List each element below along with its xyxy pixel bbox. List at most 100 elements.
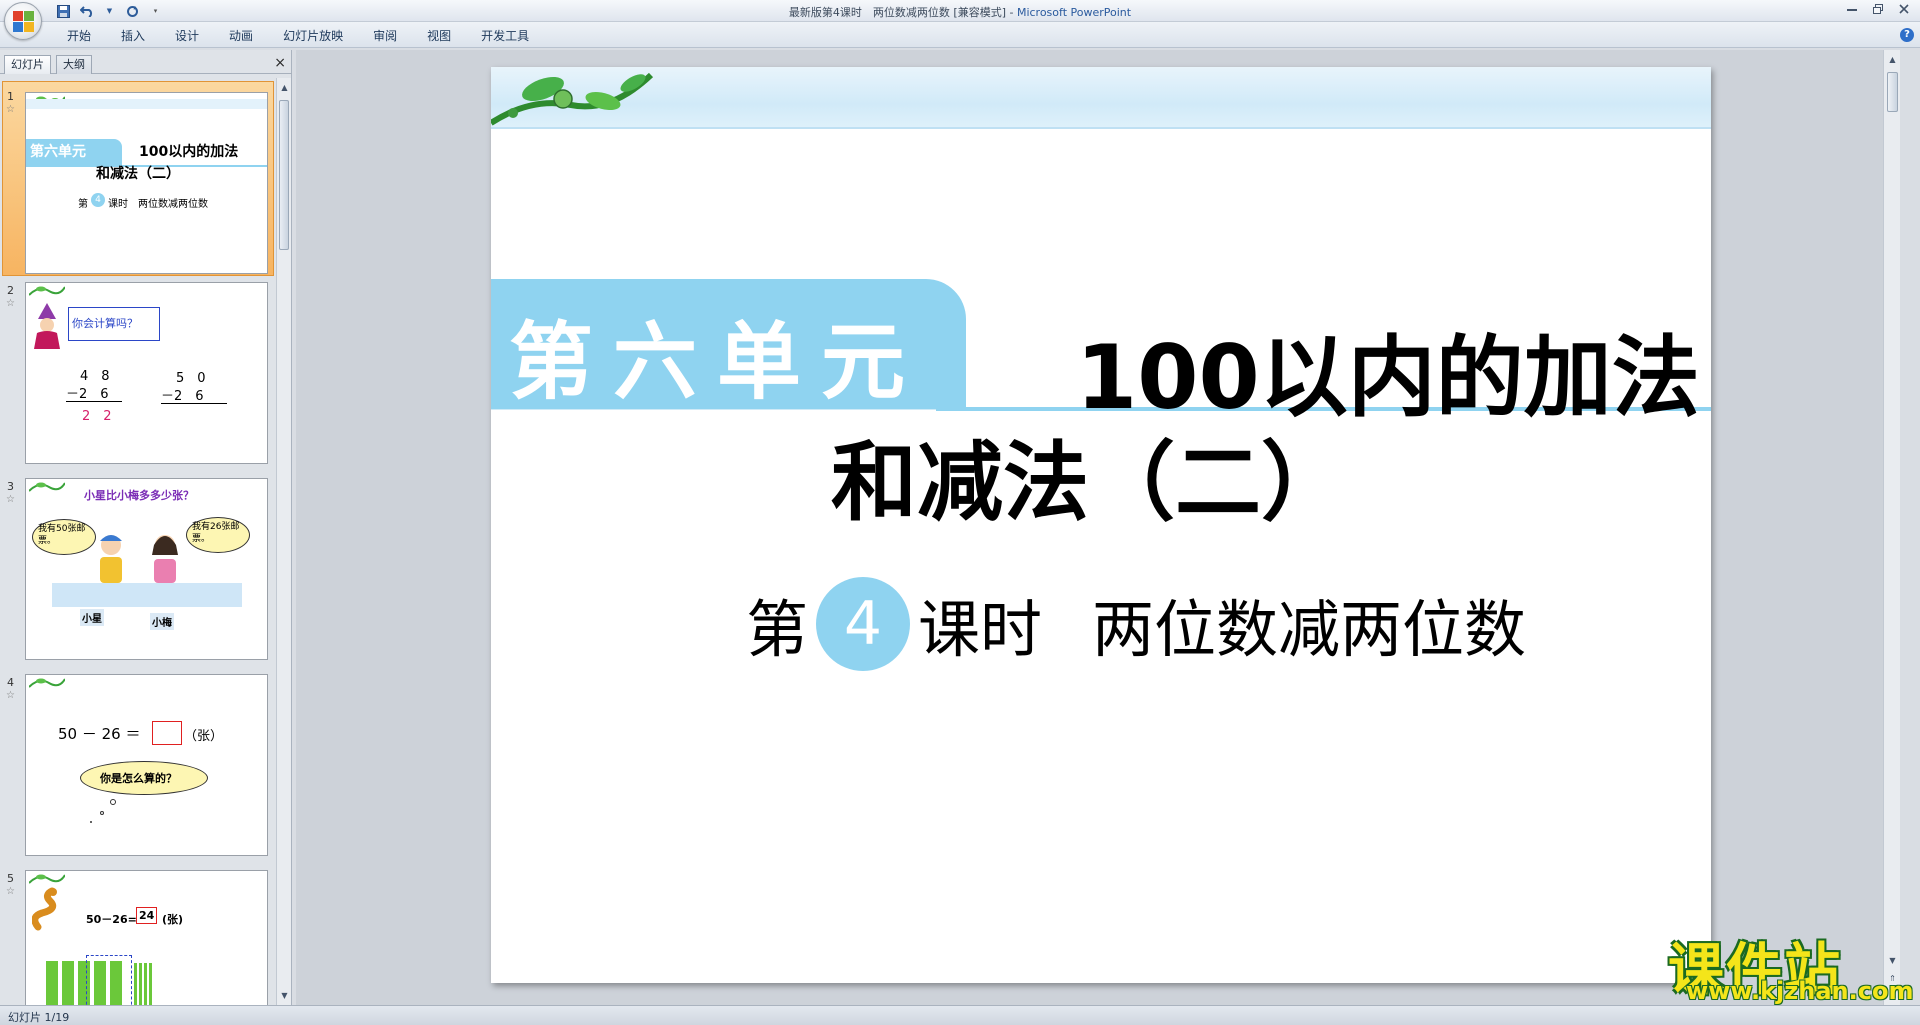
- thumb-dashed-box: [86, 955, 132, 1005]
- status-bar: 幻灯片 1/19: [0, 1005, 1920, 1025]
- main-title-line-2[interactable]: 和减法（二）: [831, 412, 1347, 537]
- slide-thumbnail-1[interactable]: 第六单元 100以内的加法 和减法（二） 第 4 课时 两位数减两位数: [25, 92, 268, 274]
- thumb-header: [26, 99, 267, 109]
- tab-animations[interactable]: 动画: [214, 28, 268, 44]
- thumb-name-1: 小星: [80, 609, 104, 626]
- thumb-cloud-text: 你是怎么算的？: [100, 772, 177, 785]
- thumb-bubble-text: 你会计算吗？: [72, 317, 138, 330]
- animation-star-icon: ☆: [6, 104, 15, 115]
- slide-editor: 第六单元 100以内的加法 和减法（二） 第 4 课时 两位数减两位数 ▲ ▼ …: [296, 50, 1900, 1005]
- document-title: 最新版第4课时 两位数减两位数 [兼容模式]: [788, 6, 1006, 19]
- lesson-subtitle[interactable]: 第 4 课时 两位数减两位数: [746, 577, 1526, 671]
- ribbon-tab-bar: 开始 插入 设计 动画 幻灯片放映 审阅 视图 开发工具 ?: [0, 22, 1920, 48]
- thumb-answer-box: [152, 721, 182, 745]
- window-controls: [1842, 2, 1914, 16]
- wizard-icon: [34, 303, 60, 349]
- thumb-single: [139, 963, 142, 1005]
- thumb-unit: 第六单元: [30, 144, 86, 160]
- animation-star-icon: ☆: [6, 690, 15, 701]
- window-title: 最新版第4课时 两位数减两位数 [兼容模式] - Microsoft Power…: [0, 4, 1920, 20]
- thumb-question: 小星比小梅多多少张？: [84, 489, 194, 502]
- thumb-bubble-1-text: 我有50张邮票。: [38, 524, 86, 546]
- minimize-icon[interactable]: [1842, 2, 1862, 16]
- vine-icon: [29, 286, 65, 296]
- thumb-a1: 4 8: [80, 369, 110, 384]
- scroll-up-icon[interactable]: ▲: [277, 80, 292, 95]
- office-button[interactable]: [4, 2, 42, 40]
- tab-slides[interactable]: 幻灯片: [4, 55, 51, 74]
- vine-icon: [29, 482, 65, 492]
- current-slide[interactable]: 第六单元 100以内的加法 和减法（二） 第 4 课时 两位数减两位数: [491, 67, 1711, 983]
- restore-icon[interactable]: [1868, 2, 1888, 16]
- slide-thumbnail-4[interactable]: 50 － 26 ＝ （张） 你是怎么算的？: [25, 674, 268, 856]
- thumb-bubble-2-text: 我有26张邮票。: [192, 522, 240, 544]
- title-separator: -: [1005, 6, 1017, 19]
- slide-number: 3: [7, 480, 14, 493]
- vine-decoration-icon: [491, 72, 654, 126]
- thumb-b2: －2 6: [161, 389, 204, 404]
- thumb-single: [149, 963, 152, 1005]
- scroll-down-icon[interactable]: ▼: [277, 988, 292, 1003]
- pane-tabs: 幻灯片 大纲 ×: [0, 52, 292, 74]
- thumb-lesson-num: 4: [91, 193, 105, 207]
- thumb-expr: 50 － 26 ＝: [58, 725, 141, 743]
- thumb-a2: －2 6: [66, 387, 109, 402]
- thumb-a3: 2 2: [82, 409, 112, 424]
- slide-thumbnail-2[interactable]: 你会计算吗？ 4 8 －2 6 2 2 5 0 －2 6: [25, 282, 268, 464]
- slide-number: 4: [7, 676, 14, 689]
- tab-review[interactable]: 审阅: [358, 28, 412, 44]
- close-icon[interactable]: [1894, 2, 1914, 16]
- thumb-b1: 5 0: [176, 371, 206, 386]
- animation-star-icon: ☆: [6, 298, 15, 309]
- help-icon[interactable]: ?: [1900, 28, 1914, 42]
- thumb-unit: （张）: [184, 729, 224, 744]
- lesson-topic: 两位数减两位数: [1092, 593, 1527, 666]
- office-logo-icon: [13, 11, 35, 33]
- thumb-answer: 24: [136, 907, 158, 924]
- animation-star-icon: ☆: [6, 886, 15, 897]
- slide-number: 5: [7, 872, 14, 885]
- watermark-url: www.kjzhan.com: [1686, 977, 1914, 1005]
- girl-icon: [152, 535, 178, 583]
- pane-close-icon[interactable]: ×: [274, 56, 286, 70]
- thumb-lesson-text: 课时 两位数减两位数: [108, 199, 208, 210]
- editor-scrollbar[interactable]: ▲ ▼ ⇑ ⇓: [1883, 50, 1900, 1005]
- thumb-name-2: 小梅: [150, 613, 174, 630]
- thumb-single: [144, 963, 147, 1005]
- thumb-line-a: [66, 401, 122, 402]
- tab-home[interactable]: 开始: [52, 28, 106, 44]
- tab-outline[interactable]: 大纲: [56, 55, 92, 74]
- tab-developer[interactable]: 开发工具: [466, 28, 544, 44]
- scroll-up-icon[interactable]: ▲: [1884, 52, 1901, 68]
- thumb-dot-2: [100, 811, 104, 815]
- app-name: Microsoft PowerPoint: [1016, 6, 1132, 19]
- lesson-suffix: 课时: [918, 593, 1043, 666]
- unit-title[interactable]: 第六单元: [509, 295, 925, 416]
- thumb-stick: [46, 961, 58, 1005]
- slide-thumbnail-5[interactable]: 50－26= 24 (张): [25, 870, 268, 1005]
- vine-icon: [29, 678, 65, 688]
- scroll-thumb[interactable]: [279, 100, 289, 250]
- thumb-unit: (张): [162, 913, 184, 926]
- slide-number: 1: [7, 90, 14, 103]
- thumb-expr: 50－26=: [86, 913, 137, 926]
- boy-icon: [100, 535, 122, 583]
- animation-star-icon: ☆: [6, 494, 15, 505]
- tab-insert[interactable]: 插入: [106, 28, 160, 44]
- slide-counter: 幻灯片 1/19: [8, 1011, 70, 1024]
- tab-slideshow[interactable]: 幻灯片放映: [268, 28, 358, 44]
- watermark-logo: 课件站 www.kjzhan.com: [1668, 925, 1913, 1005]
- snake-icon: [32, 887, 57, 931]
- thumb-single: [134, 963, 137, 1005]
- thumbnail-scrollbar[interactable]: ▲ ▼: [276, 78, 291, 1005]
- slide-thumbnail-3[interactable]: 小星比小梅多多少张？ 我有50张邮票。 我有26张邮票。 小星 小梅: [25, 478, 268, 660]
- thumb-stick: [62, 961, 74, 1005]
- tab-design[interactable]: 设计: [160, 28, 214, 44]
- slides-pane: 幻灯片 大纲 × 1 ☆ 第六单元 100以内的加法 和减法（二） 第 4 课时…: [0, 50, 292, 1005]
- lesson-number-badge: 4: [816, 577, 911, 671]
- tab-view[interactable]: 视图: [412, 28, 466, 44]
- thumb-dot-3: [90, 821, 92, 823]
- scroll-thumb[interactable]: [1887, 72, 1898, 112]
- thumbnail-list: 1 ☆ 第六单元 100以内的加法 和减法（二） 第 4 课时 两位数减两位数 …: [0, 78, 276, 1005]
- title-bar: ▼ ▾ 最新版第4课时 两位数减两位数 [兼容模式] - Microsoft P…: [0, 0, 1920, 22]
